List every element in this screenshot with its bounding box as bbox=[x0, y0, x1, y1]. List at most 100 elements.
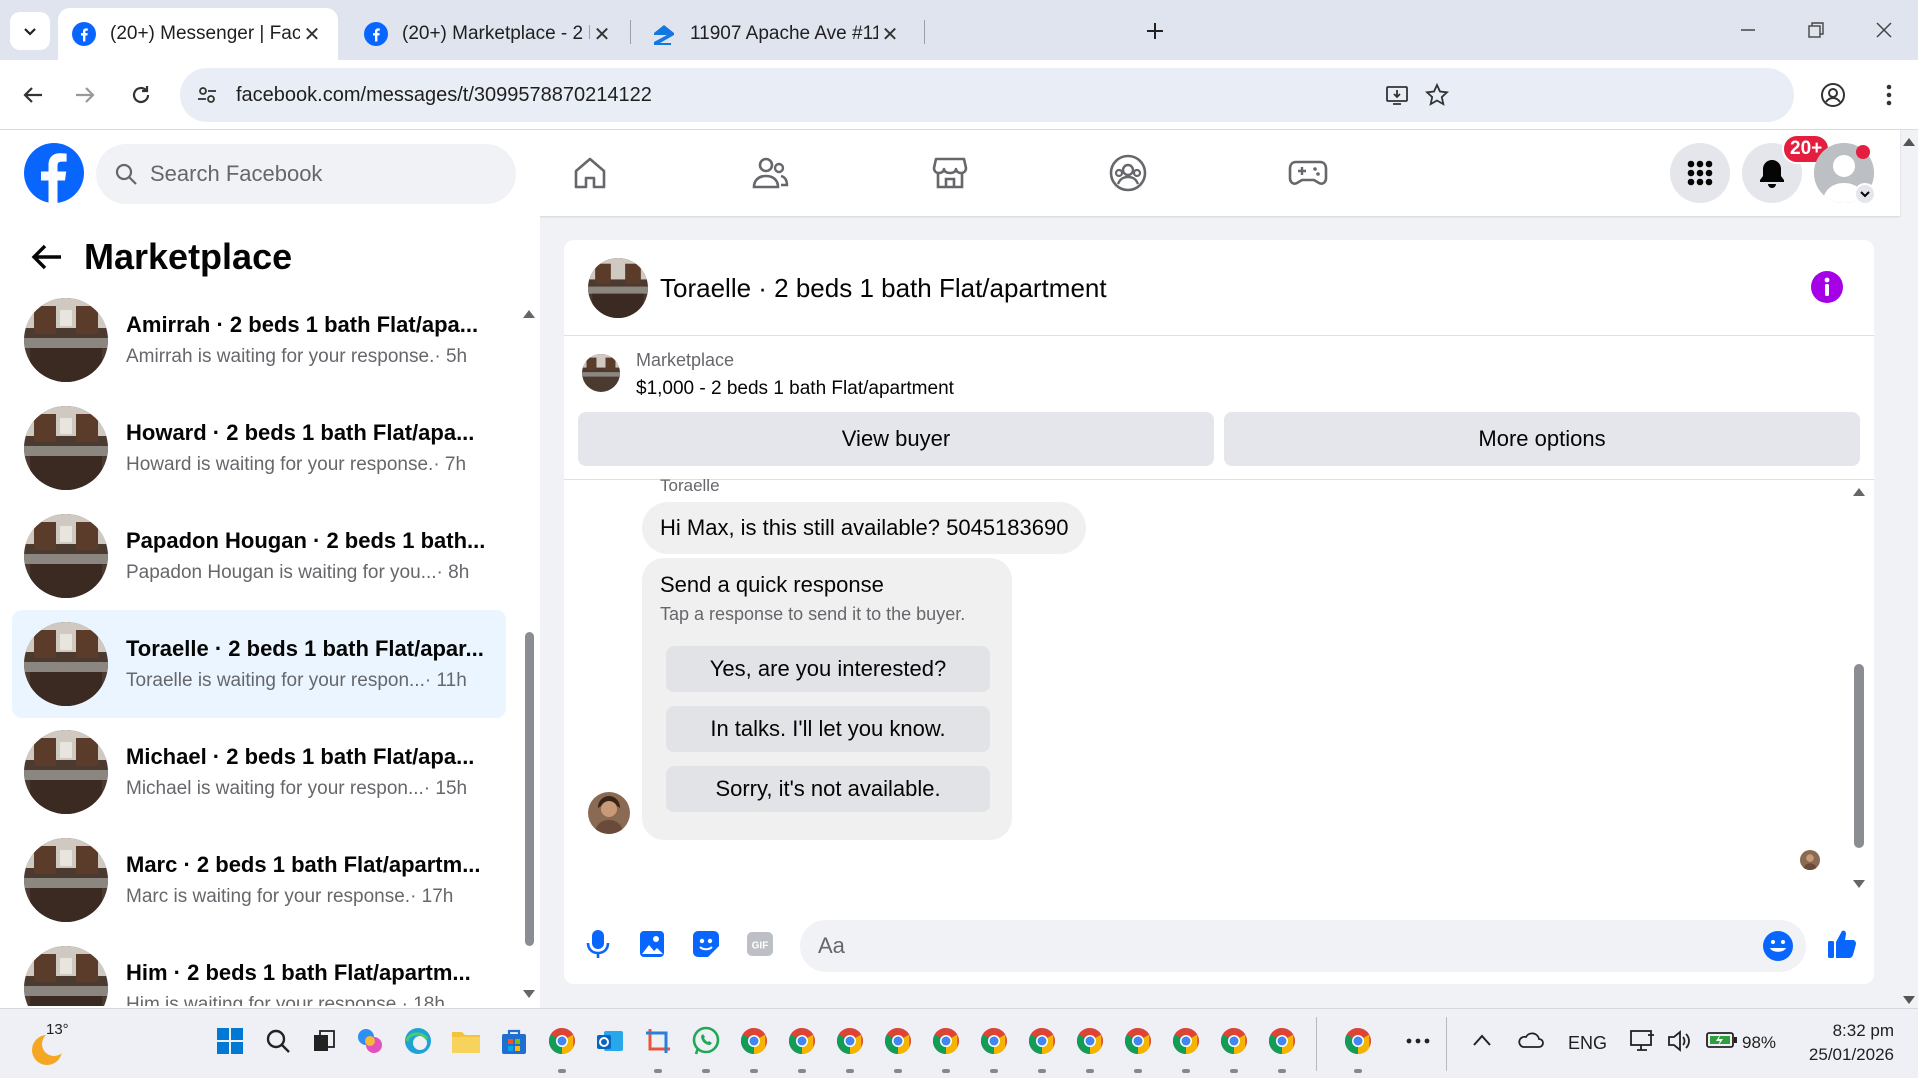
more-apps-button[interactable] bbox=[1400, 1023, 1436, 1059]
network-icon[interactable] bbox=[1630, 1029, 1656, 1053]
chrome-window[interactable] bbox=[784, 1023, 820, 1059]
volume-icon[interactable] bbox=[1666, 1029, 1692, 1053]
reload-button[interactable] bbox=[122, 76, 160, 114]
conversation-item[interactable]: Toraelle · 2 beds 1 bath Flat/apar... To… bbox=[12, 610, 506, 718]
message-input[interactable] bbox=[818, 920, 1718, 972]
onedrive-cloud-icon[interactable] bbox=[1516, 1031, 1544, 1049]
account-menu-button[interactable] bbox=[1854, 183, 1876, 205]
gif-button[interactable]: GIF bbox=[742, 926, 778, 962]
nav-gaming[interactable] bbox=[1284, 150, 1332, 196]
conversation-item[interactable]: Him · 2 beds 1 bath Flat/apartm... Him i… bbox=[12, 934, 506, 1006]
sticker-button[interactable] bbox=[688, 926, 724, 962]
chrome-window[interactable] bbox=[880, 1023, 916, 1059]
tray-overflow-chevron-icon[interactable] bbox=[1472, 1033, 1492, 1047]
file-explorer-app[interactable] bbox=[448, 1023, 484, 1059]
chrome-app[interactable] bbox=[544, 1023, 580, 1059]
incoming-message-bubble[interactable]: Hi Max, is this still available? 5045183… bbox=[642, 502, 1087, 554]
new-tab-button[interactable] bbox=[1138, 14, 1172, 48]
conversation-item[interactable]: Amirrah · 2 beds 1 bath Flat/apa... Amir… bbox=[12, 286, 506, 394]
conversation-item[interactable]: Michael · 2 beds 1 bath Flat/apa... Mich… bbox=[12, 718, 506, 826]
chrome-window[interactable] bbox=[736, 1023, 772, 1059]
weather-widget[interactable]: 13° bbox=[28, 1021, 69, 1067]
conversation-item[interactable]: Marc · 2 beds 1 bath Flat/apartm... Marc… bbox=[12, 826, 506, 934]
chrome-window[interactable] bbox=[832, 1023, 868, 1059]
search-input[interactable] bbox=[150, 161, 480, 187]
messages-scroll-down-icon[interactable] bbox=[1852, 878, 1866, 890]
emoji-icon[interactable] bbox=[1760, 928, 1796, 964]
tab-marketplace[interactable]: (20+) Marketplace - 2 beds 1 ba ✕ bbox=[350, 8, 628, 60]
like-send-button[interactable] bbox=[1824, 926, 1860, 962]
chat-title[interactable]: Toraelle · 2 beds 1 bath Flat/apartment bbox=[660, 240, 1107, 336]
search-button[interactable] bbox=[260, 1023, 296, 1059]
nav-marketplace[interactable] bbox=[926, 150, 974, 196]
chrome-window[interactable] bbox=[1024, 1023, 1060, 1059]
store-app[interactable] bbox=[496, 1023, 532, 1059]
tab-search-button[interactable] bbox=[10, 12, 50, 50]
messages-scroll-up-icon[interactable] bbox=[1852, 486, 1866, 498]
chrome-window[interactable] bbox=[1120, 1023, 1156, 1059]
close-tab-icon[interactable]: ✕ bbox=[878, 22, 902, 46]
whatsapp-app[interactable] bbox=[688, 1023, 724, 1059]
close-tab-icon[interactable]: ✕ bbox=[590, 22, 614, 46]
quick-response-in-talks-button[interactable]: In talks. I'll let you know. bbox=[666, 706, 990, 752]
view-buyer-button[interactable]: View buyer bbox=[578, 412, 1214, 466]
chrome-window[interactable] bbox=[1168, 1023, 1204, 1059]
task-view-button[interactable] bbox=[306, 1023, 342, 1059]
menu-button[interactable] bbox=[1870, 76, 1908, 114]
chrome-icon bbox=[740, 1027, 767, 1055]
nav-home[interactable] bbox=[566, 150, 614, 196]
chrome-window[interactable] bbox=[976, 1023, 1012, 1059]
sender-avatar[interactable] bbox=[588, 792, 630, 834]
copilot-app[interactable] bbox=[352, 1023, 388, 1059]
messages-scrollbar-thumb[interactable] bbox=[1854, 664, 1864, 848]
page-scroll-down-icon[interactable] bbox=[1902, 994, 1916, 1006]
address-bar[interactable]: facebook.com/messages/t/3099578870214122 bbox=[180, 68, 1794, 122]
menu-grid-button[interactable] bbox=[1670, 143, 1730, 203]
message-input-container[interactable] bbox=[800, 920, 1806, 972]
scrollbar-thumb[interactable] bbox=[525, 632, 534, 946]
back-button[interactable] bbox=[28, 238, 66, 276]
close-window-button[interactable] bbox=[1862, 12, 1906, 48]
chrome-window[interactable] bbox=[1216, 1023, 1252, 1059]
install-app-icon[interactable] bbox=[1382, 80, 1412, 110]
listing-price: $1,000 - 2 beds 1 bath Flat/apartment bbox=[636, 378, 954, 399]
chrome-icon bbox=[1076, 1027, 1103, 1055]
nav-groups[interactable] bbox=[1104, 150, 1152, 196]
quick-response-title: Send a quick response bbox=[660, 572, 884, 597]
conversation-item[interactable]: Papadon Hougan · 2 beds 1 bath... Papado… bbox=[12, 502, 506, 610]
forward-button[interactable] bbox=[66, 76, 104, 114]
chrome-window[interactable] bbox=[1264, 1023, 1300, 1059]
chrome-window[interactable] bbox=[1072, 1023, 1108, 1059]
quick-response-not-available-button[interactable]: Sorry, it's not available. bbox=[666, 766, 990, 812]
outlook-app[interactable] bbox=[592, 1023, 628, 1059]
minimize-button[interactable] bbox=[1726, 12, 1770, 48]
battery-icon[interactable] bbox=[1706, 1031, 1738, 1049]
listing-thumbnail[interactable] bbox=[588, 258, 648, 318]
edge-app[interactable] bbox=[400, 1023, 436, 1059]
back-button[interactable] bbox=[14, 76, 52, 114]
tab-zillow[interactable]: 11907 Apache Ave #1101, Savan ✕ bbox=[638, 8, 916, 60]
restore-button[interactable] bbox=[1794, 12, 1838, 48]
nav-friends[interactable] bbox=[746, 150, 794, 196]
tab-title: (20+) Messenger | Facebook bbox=[110, 23, 300, 44]
profile-button[interactable] bbox=[1814, 76, 1852, 114]
site-info-icon[interactable] bbox=[192, 80, 222, 110]
info-icon[interactable] bbox=[1810, 270, 1844, 304]
close-tab-icon[interactable]: ✕ bbox=[300, 22, 324, 46]
conversation-item[interactable]: Howard · 2 beds 1 bath Flat/apa... Howar… bbox=[12, 394, 506, 502]
language-indicator[interactable]: ENG bbox=[1568, 1033, 1607, 1054]
chrome-active-window[interactable] bbox=[1340, 1023, 1376, 1059]
attach-photo-button[interactable] bbox=[634, 926, 670, 962]
page-scroll-up-icon[interactable] bbox=[1902, 136, 1916, 148]
chrome-window[interactable] bbox=[928, 1023, 964, 1059]
quick-response-interested-button[interactable]: Yes, are you interested? bbox=[666, 646, 990, 692]
facebook-search-bar[interactable] bbox=[96, 144, 516, 204]
tab-messenger[interactable]: (20+) Messenger | Facebook ✕ bbox=[58, 8, 338, 60]
snipping-tool-app[interactable] bbox=[640, 1023, 676, 1059]
more-options-button[interactable]: More options bbox=[1224, 412, 1860, 466]
start-button[interactable] bbox=[212, 1023, 248, 1059]
system-clock[interactable]: 8:32 pm 25/01/2026 bbox=[1794, 1019, 1894, 1067]
voice-clip-button[interactable] bbox=[580, 926, 616, 962]
facebook-logo-icon[interactable] bbox=[24, 143, 84, 203]
bookmark-star-icon[interactable] bbox=[1422, 80, 1452, 110]
